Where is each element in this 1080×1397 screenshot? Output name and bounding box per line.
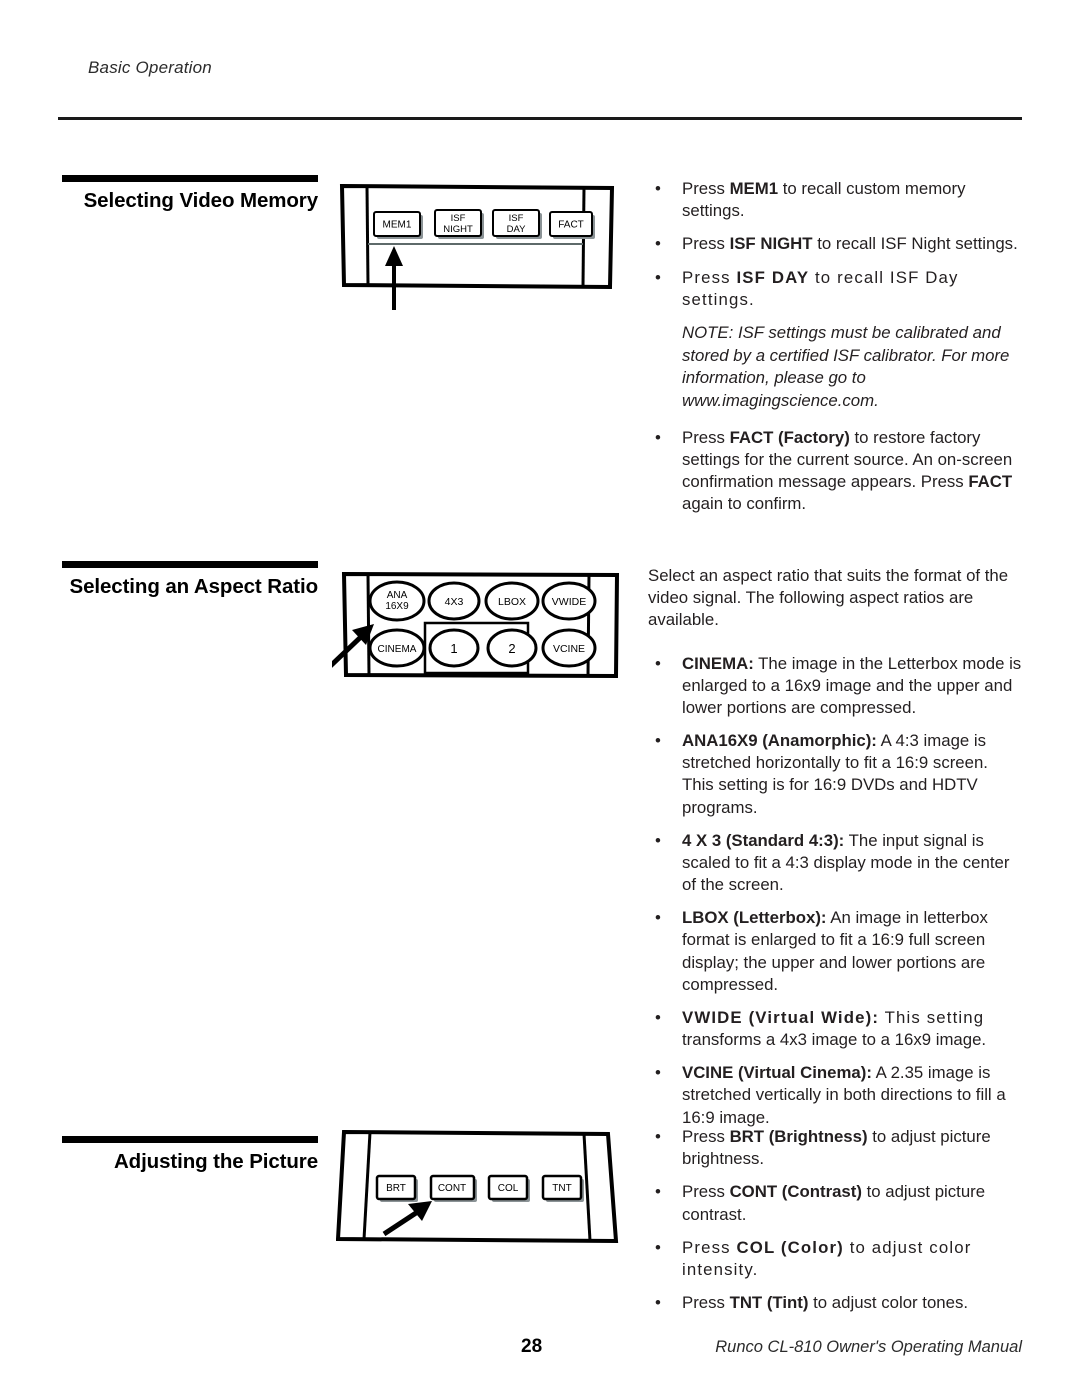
bullet-text: Press ISF DAY to recall ISF Day settings… — [682, 267, 959, 309]
video-memory-text: • Press MEM1 to recall custom memory set… — [648, 178, 1022, 526]
svg-text:VCINE: VCINE — [553, 643, 585, 655]
bullet-dot: • — [655, 267, 661, 287]
bullet-text: CINEMA: The image in the Letterbox mode … — [682, 653, 1022, 717]
bullet-text: Press COL (Color) to adjust color intens… — [682, 1237, 972, 1279]
bullet-dot: • — [655, 1127, 661, 1146]
svg-text:FACT: FACT — [558, 220, 584, 231]
bullet-dot: • — [655, 908, 661, 928]
section-heading-label: Selecting an Aspect Ratio — [69, 575, 319, 598]
svg-text:4X3: 4X3 — [445, 596, 464, 608]
bullet-text: Press BRT (Brightness) to adjust picture… — [682, 1127, 991, 1169]
svg-text:1: 1 — [450, 641, 457, 656]
bullet-item: • Press CONT (Contrast) to adjust pictur… — [648, 1181, 1022, 1225]
manual-page: Basic Operation Selecting Video Memory M… — [0, 0, 1080, 1397]
bullet-dot: • — [655, 731, 661, 751]
svg-text:ISF: ISF — [451, 213, 466, 224]
bullet-dot: • — [655, 1063, 661, 1083]
page-number: 28 — [521, 1336, 543, 1357]
bullet-item: • LBOX (Letterbox): An image in letterbo… — [648, 907, 1022, 996]
bullet-text: 4 X 3 (Standard 4:3): The input signal i… — [682, 830, 1010, 895]
section-heading-label: Selecting Video Memory — [83, 189, 318, 212]
svg-text:BRT: BRT — [386, 1183, 406, 1194]
svg-text:ISF: ISF — [509, 213, 524, 224]
bullet-item: • Press MEM1 to recall custom memory set… — [648, 178, 1022, 222]
bullet-dot: • — [655, 830, 661, 850]
bullet-dot: • — [655, 1237, 661, 1257]
bullet-text: VWIDE (Virtual Wide): This setting trans… — [682, 1007, 987, 1050]
bullet-item: • Press BRT (Brightness) to adjust pictu… — [648, 1126, 1022, 1170]
bullet-dot: • — [655, 1007, 661, 1027]
section-heading-adjusting-picture: Adjusting the Picture — [62, 1136, 318, 1174]
bullet-text: LBOX (Letterbox): An image in letterbox … — [682, 908, 988, 994]
svg-text:CONT: CONT — [438, 1183, 466, 1194]
bullet-item: • Press COL (Color) to adjust color inte… — [648, 1237, 1022, 1281]
bullet-text: Press CONT (Contrast) to adjust picture … — [682, 1182, 986, 1224]
bullet-item: • 4 X 3 (Standard 4:3): The input signal… — [648, 830, 1022, 897]
bullet-dot: • — [655, 427, 661, 447]
section-heading-video-memory: Selecting Video Memory — [62, 175, 318, 213]
heading-bar — [62, 1136, 318, 1143]
svg-text:VWIDE: VWIDE — [552, 596, 586, 608]
bullet-item: • VWIDE (Virtual Wide): This setting tra… — [648, 1007, 1022, 1051]
bullet-item: • Press FACT (Factory) to restore factor… — [648, 427, 1022, 516]
bullet-text: Press ISF NIGHT to recall ISF Night sett… — [682, 234, 1018, 254]
svg-text:ANA: ANA — [387, 590, 408, 601]
svg-text:CINEMA: CINEMA — [378, 644, 417, 655]
bullet-item: • Press TNT (Tint) to adjust color tones… — [648, 1292, 1022, 1314]
bullet-text: Press FACT (Factory) to restore factory … — [682, 427, 1013, 514]
bullet-item: • Press ISF NIGHT to recall ISF Night se… — [648, 233, 1022, 255]
section-heading-aspect-ratio: Selecting an Aspect Ratio — [62, 561, 318, 599]
bullet-text: Press TNT (Tint) to adjust color tones. — [682, 1293, 968, 1313]
svg-text:16X9: 16X9 — [385, 601, 409, 612]
bullet-text: ANA16X9 (Anamorphic): A 4:3 image is str… — [682, 731, 988, 817]
aspect-ratio-intro: Select an aspect ratio that suits the fo… — [648, 566, 1009, 630]
svg-text:NIGHT: NIGHT — [443, 224, 473, 235]
aspect-ratio-text: Select an aspect ratio that suits the fo… — [648, 565, 1022, 1140]
heading-bar — [62, 175, 318, 182]
svg-text:COL: COL — [498, 1183, 519, 1194]
bullet-item: • VCINE (Virtual Cinema): A 2.35 image i… — [648, 1062, 1022, 1129]
svg-text:LBOX: LBOX — [498, 596, 526, 608]
bullet-dot: • — [655, 234, 661, 254]
bullet-dot: • — [655, 1182, 661, 1202]
bullet-text: Press MEM1 to recall custom memory setti… — [682, 179, 966, 221]
svg-text:2: 2 — [508, 641, 515, 656]
header-rule — [58, 117, 1022, 120]
aspect-ratio-remote: ANA 16X9 4X3 LBOX VWIDE CINEMA 1 2 VCINE — [320, 570, 622, 690]
bullet-item: • ANA16X9 (Anamorphic): A 4:3 image is s… — [648, 730, 1022, 819]
footer-manual-title: Runco CL-810 Owner's Operating Manual — [715, 1338, 1022, 1356]
bullet-dot: • — [655, 1293, 661, 1313]
bullet-dot: • — [655, 179, 661, 198]
heading-bar — [62, 561, 318, 568]
bullet-item: • CINEMA: The image in the Letterbox mod… — [648, 653, 1022, 720]
adjusting-picture-text: • Press BRT (Brightness) to adjust pictu… — [648, 1126, 1022, 1325]
bullet-dot: • — [655, 653, 661, 673]
section-heading-label: Adjusting the Picture — [113, 1150, 318, 1173]
svg-text:MEM1: MEM1 — [383, 220, 412, 231]
bullet-text: VCINE (Virtual Cinema): A 2.35 image is … — [682, 1063, 1006, 1127]
running-header: Basic Operation — [88, 58, 212, 77]
picture-adjust-remote: BRT CONT COL TNT — [335, 1128, 622, 1258]
svg-text:TNT: TNT — [552, 1183, 571, 1194]
video-memory-remote: MEM1 ISF NIGHT ISF DAY FACT — [338, 182, 616, 317]
isf-note: NOTE: ISF settings must be calibrated an… — [682, 322, 1010, 410]
svg-text:DAY: DAY — [507, 224, 526, 235]
bullet-item: • Press ISF DAY to recall ISF Day settin… — [648, 267, 1022, 311]
